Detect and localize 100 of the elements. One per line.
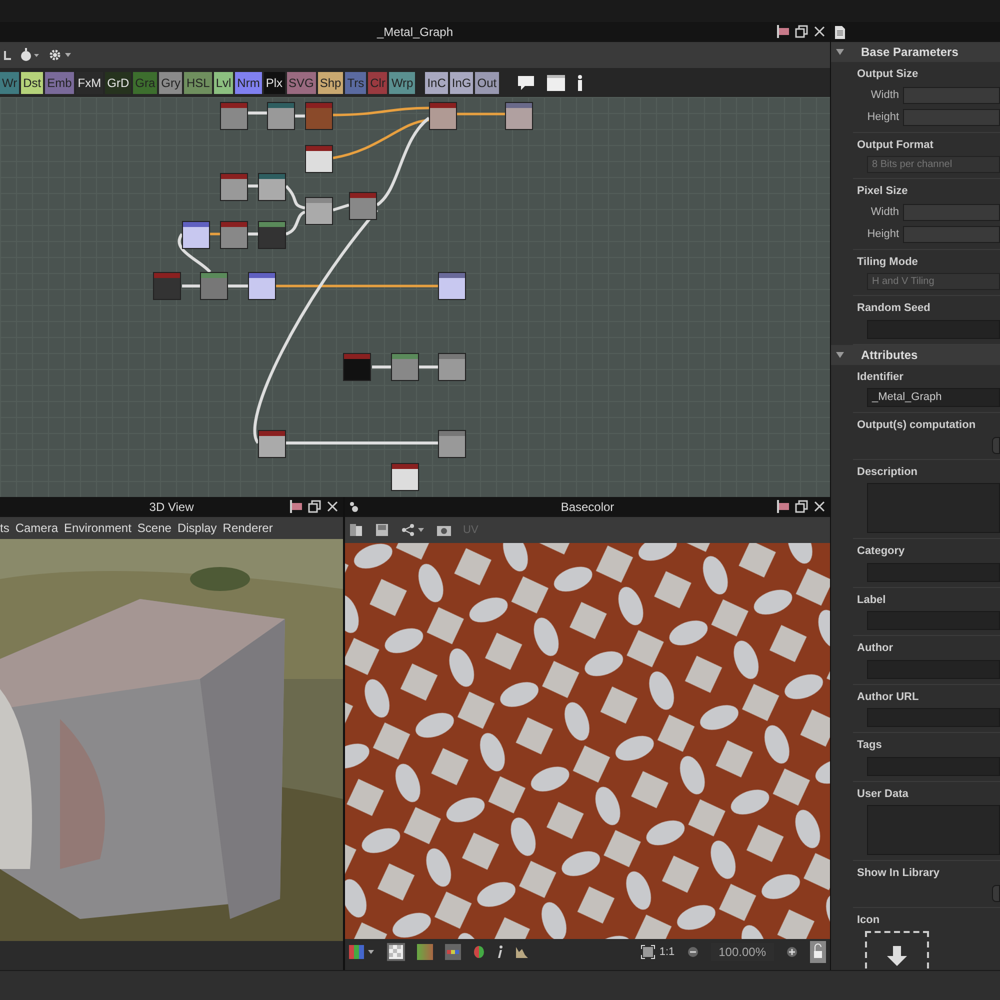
node-button[interactable]: Out bbox=[475, 72, 499, 94]
checkbox[interactable] bbox=[992, 884, 1000, 902]
graph-node[interactable] bbox=[258, 430, 286, 458]
restore-icon[interactable] bbox=[308, 499, 322, 514]
menu-item[interactable]: ts bbox=[0, 519, 10, 537]
panel-title: _Metal_Graph bbox=[376, 24, 454, 41]
histogram-icon[interactable] bbox=[515, 945, 529, 959]
node-button[interactable]: Shp bbox=[318, 72, 344, 94]
graph-node[interactable] bbox=[438, 272, 466, 300]
graph-node[interactable] bbox=[391, 353, 419, 381]
fit-view-icon[interactable] bbox=[641, 945, 656, 959]
node-button[interactable]: FxM bbox=[76, 72, 104, 94]
zoom-in-icon[interactable] bbox=[786, 946, 798, 958]
connection-wire bbox=[419, 366, 438, 368]
input-field[interactable] bbox=[903, 204, 1000, 220]
graph-node[interactable] bbox=[258, 173, 286, 201]
graph-node[interactable] bbox=[182, 221, 210, 249]
node-button[interactable]: HSL bbox=[184, 72, 212, 94]
input-field[interactable]: _Metal_Graph bbox=[867, 388, 1000, 407]
node-button[interactable]: Nrm bbox=[235, 72, 262, 94]
field-label: Author bbox=[857, 641, 894, 656]
rgb-icon[interactable] bbox=[445, 944, 461, 960]
node-button[interactable]: Dst bbox=[21, 72, 44, 94]
node-button[interactable]: GrD bbox=[105, 72, 132, 94]
zoom-out-icon[interactable] bbox=[686, 946, 699, 958]
node-button[interactable]: Lvl bbox=[214, 72, 234, 94]
color-channels-icon[interactable] bbox=[349, 944, 375, 960]
graph-node[interactable] bbox=[153, 272, 181, 300]
menu-item[interactable]: Environment bbox=[64, 519, 132, 537]
document-icon[interactable] bbox=[835, 26, 845, 38]
graph-node[interactable] bbox=[349, 192, 377, 220]
graph-node[interactable] bbox=[267, 102, 295, 130]
restore-icon[interactable] bbox=[795, 499, 809, 514]
menu-item[interactable]: Display bbox=[177, 519, 217, 537]
pin-node-icon[interactable] bbox=[576, 74, 583, 90]
compare-icon[interactable] bbox=[349, 523, 363, 537]
input-field[interactable] bbox=[903, 226, 1000, 242]
section-header[interactable]: Attributes bbox=[831, 344, 1000, 364]
restore-icon[interactable] bbox=[795, 24, 809, 39]
camera-icon[interactable] bbox=[437, 524, 451, 536]
connection-wire bbox=[228, 284, 248, 288]
node-button[interactable]: Gry bbox=[159, 72, 182, 94]
frame-icon[interactable] bbox=[546, 74, 565, 90]
info-icon[interactable] bbox=[497, 945, 503, 959]
graph-node[interactable] bbox=[248, 272, 276, 300]
section-header[interactable]: Base Parameters bbox=[831, 42, 1000, 62]
connector-icon[interactable] bbox=[4, 49, 12, 61]
actual-size-button[interactable]: 1:1 bbox=[659, 944, 675, 960]
comment-icon[interactable] bbox=[516, 74, 535, 90]
stopwatch-icon[interactable] bbox=[20, 48, 40, 62]
node-graph-canvas[interactable] bbox=[0, 97, 830, 497]
node-button[interactable]: Plx bbox=[264, 72, 285, 94]
settings-icon[interactable] bbox=[48, 48, 72, 62]
field-label: Height bbox=[866, 226, 899, 242]
menu-item[interactable]: Renderer bbox=[222, 519, 273, 537]
color-sphere-icon[interactable] bbox=[473, 945, 485, 959]
field-label: Icon bbox=[857, 912, 881, 928]
graph-node[interactable] bbox=[391, 463, 419, 491]
menu-item[interactable]: Camera bbox=[15, 519, 58, 537]
input-field[interactable] bbox=[903, 108, 1000, 126]
node-button[interactable]: InG bbox=[450, 72, 474, 94]
field-label: Identifier bbox=[857, 370, 904, 384]
graph-node[interactable] bbox=[438, 353, 466, 381]
molecule-icon[interactable] bbox=[349, 500, 359, 514]
pin-icon[interactable] bbox=[777, 499, 791, 514]
field-label: Width bbox=[870, 204, 899, 220]
graph-node[interactable] bbox=[220, 102, 248, 130]
share-icon[interactable] bbox=[401, 523, 425, 537]
graph-node[interactable] bbox=[343, 353, 371, 381]
node-button[interactable]: InC bbox=[425, 72, 448, 94]
graph-node[interactable] bbox=[438, 430, 466, 458]
pin-icon[interactable] bbox=[290, 499, 304, 514]
menu-item[interactable]: Scene bbox=[137, 519, 172, 537]
field-label: Show In Library bbox=[857, 866, 941, 881]
field-label: User Data bbox=[857, 786, 910, 802]
collapse-icon[interactable] bbox=[835, 350, 845, 360]
graph-node[interactable] bbox=[220, 173, 248, 201]
graph-node[interactable] bbox=[200, 272, 228, 300]
graph-node[interactable] bbox=[220, 221, 248, 249]
close-icon[interactable] bbox=[326, 499, 339, 514]
close-icon[interactable] bbox=[813, 499, 826, 514]
node-button[interactable]: Wrp bbox=[389, 72, 416, 94]
graph-node[interactable] bbox=[305, 145, 333, 173]
lock-icon[interactable] bbox=[810, 941, 826, 963]
transparency-icon[interactable] bbox=[387, 943, 405, 961]
input-field[interactable] bbox=[903, 86, 1000, 104]
node-button[interactable]: SVG bbox=[286, 72, 316, 94]
field-label: Output Size bbox=[857, 67, 920, 82]
save-icon[interactable] bbox=[375, 523, 389, 537]
graph-node[interactable] bbox=[305, 197, 333, 225]
connection-wire bbox=[182, 284, 200, 288]
graph-node[interactable] bbox=[429, 102, 457, 130]
graph-node[interactable] bbox=[505, 102, 533, 130]
graph-node[interactable] bbox=[258, 221, 286, 249]
close-icon[interactable] bbox=[813, 24, 826, 39]
pin-icon[interactable] bbox=[777, 24, 791, 39]
field-label: Description bbox=[857, 464, 919, 480]
collapse-icon[interactable] bbox=[835, 47, 845, 57]
graph-node[interactable] bbox=[305, 102, 333, 130]
checkbox[interactable] bbox=[992, 436, 1000, 454]
